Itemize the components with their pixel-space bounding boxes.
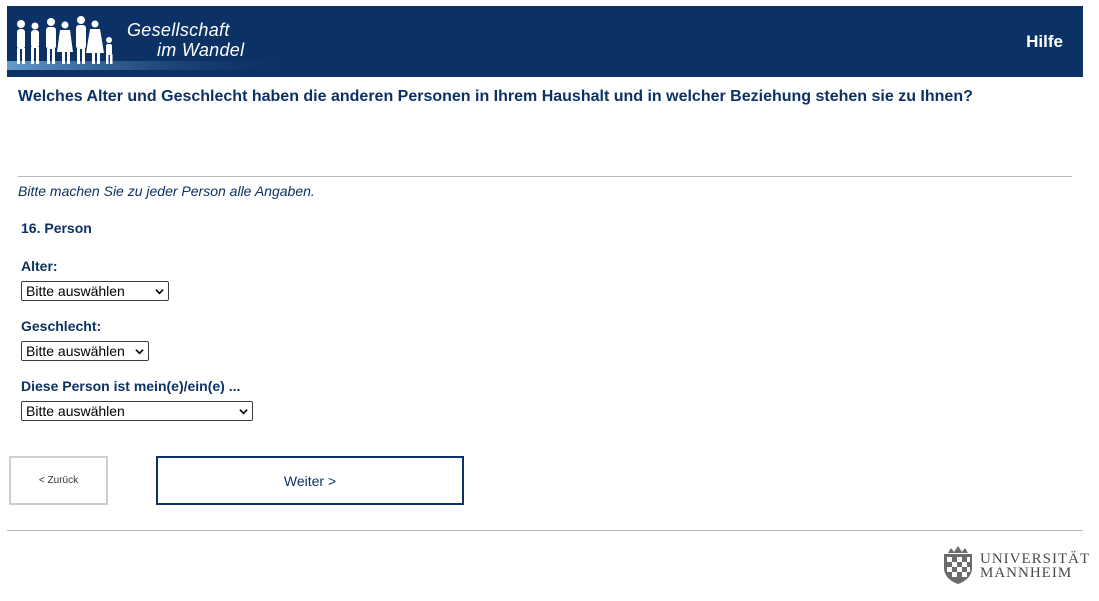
chevron-down-icon (135, 349, 144, 355)
relationship-select[interactable]: Bitte auswählen (21, 401, 253, 421)
university-name-line2: MANNHEIM (980, 565, 1073, 581)
next-button[interactable]: Weiter > (156, 456, 464, 505)
logo-title-line2: im Wandel (157, 40, 245, 60)
footer-divider (7, 530, 1083, 531)
divider (18, 176, 1072, 177)
logo-title: Gesellschaft im Wandel (127, 20, 244, 60)
logo-title-line1: Gesellschaft (127, 20, 230, 40)
age-select[interactable]: Bitte auswählen (21, 281, 169, 301)
university-seal-icon (944, 546, 972, 584)
back-button[interactable]: < Zurück (9, 456, 108, 505)
age-select-value: Bitte auswählen (26, 283, 125, 299)
gender-select-value: Bitte auswählen (26, 343, 125, 359)
university-name: UNIVERSITÄT MANNHEIM (980, 551, 1091, 581)
help-link[interactable]: Hilfe (1026, 32, 1063, 52)
question-text: Welches Alter und Geschlecht haben die a… (18, 88, 973, 105)
chevron-down-icon (155, 289, 164, 295)
age-label: Alter: (21, 258, 58, 274)
university-name-line1: UNIVERSITÄT (980, 551, 1091, 567)
relationship-select-value: Bitte auswählen (26, 403, 125, 419)
person-title: 16. Person (21, 220, 92, 236)
gender-label: Geschlecht: (21, 318, 102, 334)
instruction-text: Bitte machen Sie zu jeder Person alle An… (18, 183, 315, 199)
relationship-label: Diese Person ist mein(e)/ein(e) ... (21, 378, 241, 394)
header-banner: Gesellschaft im Wandel Hilfe (7, 6, 1083, 77)
university-logo: UNIVERSITÄT MANNHEIM (938, 544, 1091, 586)
gender-select[interactable]: Bitte auswählen (21, 341, 149, 361)
chevron-down-icon (239, 409, 248, 415)
